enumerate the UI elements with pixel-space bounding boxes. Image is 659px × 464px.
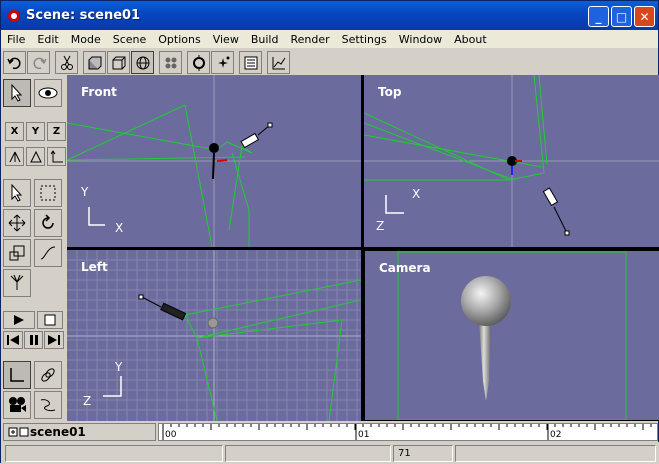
- front-viewport[interactable]: Front Y X: [67, 75, 361, 247]
- screen-axis-icon[interactable]: [47, 147, 66, 166]
- target-icon[interactable]: [187, 51, 210, 74]
- timeline-ruler[interactable]: 00 01 02: [158, 423, 658, 441]
- status-panel-4: [455, 445, 656, 462]
- menu-about[interactable]: About: [448, 33, 493, 46]
- top-axis-x-label: X: [412, 187, 421, 201]
- top-viewport[interactable]: Top X Z: [364, 75, 659, 247]
- left-viewport-label: Left: [81, 260, 108, 274]
- front-axis-y-label: Y: [81, 185, 89, 199]
- viewport-area: Front Y X Top X Z Left Y Z Camera: [67, 75, 659, 421]
- menu-file[interactable]: File: [1, 33, 31, 46]
- grid-dots-icon[interactable]: [159, 51, 182, 74]
- menu-view[interactable]: View: [207, 33, 245, 46]
- camera-viewport[interactable]: Camera: [364, 250, 659, 421]
- status-panel-2: [225, 445, 391, 462]
- pause-icon[interactable]: [24, 331, 43, 349]
- top-viewport-label: Top: [378, 85, 402, 99]
- minimize-button[interactable]: _: [588, 6, 609, 27]
- tool-palette: X Y Z: [3, 77, 67, 422]
- application-window: Scene: scene01 _ □ ✕ File Edit Mode Scen…: [0, 0, 659, 464]
- menu-mode[interactable]: Mode: [65, 33, 107, 46]
- axis-y-button[interactable]: Y: [26, 122, 45, 141]
- redo-icon[interactable]: [27, 51, 50, 74]
- select-icon[interactable]: [3, 79, 31, 107]
- axis-x-button[interactable]: X: [5, 122, 24, 141]
- toolbar: [3, 50, 291, 75]
- marquee-select-icon[interactable]: [34, 179, 62, 207]
- menu-settings[interactable]: Settings: [336, 33, 393, 46]
- left-axis-z-label: Z: [83, 394, 92, 408]
- scene-tree-root[interactable]: scene01: [3, 423, 156, 441]
- axis-z-button[interactable]: Z: [47, 122, 66, 141]
- window-title: Scene: scene01: [26, 8, 141, 23]
- menu-render[interactable]: Render: [284, 33, 335, 46]
- bones-icon[interactable]: [3, 269, 31, 297]
- wire-box-icon[interactable]: [107, 51, 130, 74]
- menu-window[interactable]: Window: [393, 33, 448, 46]
- solid-box-icon[interactable]: [83, 51, 106, 74]
- eye-icon[interactable]: [34, 79, 62, 107]
- menu-edit[interactable]: Edit: [31, 33, 64, 46]
- move-icon[interactable]: [3, 209, 31, 237]
- path-icon[interactable]: [34, 391, 62, 419]
- expand-icon[interactable]: [8, 426, 30, 438]
- cut-icon[interactable]: [55, 51, 78, 74]
- select-tool-icon[interactable]: [3, 179, 31, 207]
- stop-icon[interactable]: [37, 311, 63, 329]
- menu-scene[interactable]: Scene: [107, 33, 153, 46]
- front-axis-x-label: X: [115, 221, 124, 235]
- graph-icon[interactable]: [267, 51, 290, 74]
- left-axis-y-label: Y: [115, 360, 123, 374]
- sphere-icon[interactable]: [131, 51, 154, 74]
- local-axis-icon[interactable]: [5, 147, 24, 166]
- status-bar: 71: [1, 442, 659, 464]
- status-panel-1: [5, 445, 223, 462]
- tick-label-00: 00: [165, 430, 177, 440]
- camera-viewport-label: Camera: [379, 261, 431, 275]
- menu-build[interactable]: Build: [245, 33, 285, 46]
- world-axis-icon[interactable]: [26, 147, 45, 166]
- top-axis-z-label: Z: [376, 219, 385, 233]
- maximize-button[interactable]: □: [611, 6, 632, 27]
- next-icon[interactable]: [44, 331, 64, 349]
- light-icon[interactable]: [211, 51, 234, 74]
- scene-name: scene01: [30, 425, 86, 439]
- menu-bar: File Edit Mode Scene Options View Build …: [1, 30, 658, 48]
- close-button[interactable]: ✕: [634, 6, 655, 27]
- list-icon[interactable]: [239, 51, 262, 74]
- tick-label-01: 01: [358, 430, 370, 440]
- front-viewport-label: Front: [81, 85, 117, 99]
- menu-options[interactable]: Options: [152, 33, 206, 46]
- scale-icon[interactable]: [3, 239, 31, 267]
- app-icon: [8, 9, 20, 22]
- frame-counter: 71: [393, 445, 453, 462]
- left-viewport[interactable]: Left Y Z: [67, 250, 361, 421]
- axes-gizmo-icon[interactable]: [3, 361, 31, 389]
- rotate-icon[interactable]: [34, 209, 62, 237]
- link-icon[interactable]: [34, 361, 62, 389]
- play-icon[interactable]: [3, 311, 35, 329]
- camera-icon[interactable]: [3, 391, 31, 419]
- tick-label-02: 02: [550, 430, 562, 440]
- prev-icon[interactable]: [3, 331, 23, 349]
- title-bar[interactable]: Scene: scene01 _ □ ✕: [1, 1, 658, 30]
- undo-icon[interactable]: [3, 51, 26, 74]
- curve-icon[interactable]: [34, 239, 62, 267]
